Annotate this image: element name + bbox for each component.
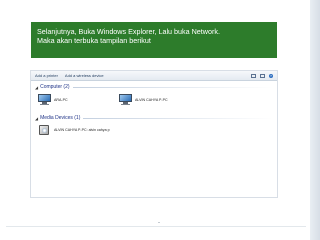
caption-line-2: Maka akan terbuka tampilan berikut — [37, 36, 151, 45]
explorer-toolbar: Add a printer Add a wireless device ? — [31, 71, 277, 81]
group-header-media-devices[interactable]: ◢ Media Devices (1) — [31, 112, 277, 121]
slide-footer-rule — [6, 226, 306, 227]
add-printer-button[interactable]: Add a printer — [35, 73, 58, 78]
preview-pane-icon[interactable] — [260, 73, 265, 78]
media-device-icon — [38, 124, 51, 136]
caption-line-1: Selanjutnya, Buka Windows Explorer, Lalu… — [37, 27, 220, 36]
caption-box: Selanjutnya, Buka Windows Explorer, Lalu… — [31, 22, 277, 58]
item-label: ALVIN CAHYA P-PC: alvin cahya p — [54, 128, 110, 132]
item-label: ARA-PC — [54, 97, 68, 102]
group-divider — [83, 117, 273, 119]
slide-page-mark — [158, 222, 160, 223]
add-wireless-device-button[interactable]: Add a wireless device — [65, 73, 104, 78]
network-item-ara-pc[interactable]: ARA-PC — [38, 94, 68, 105]
computer-items: ARA-PC ALVIN CAHYA P-PC — [31, 90, 277, 112]
network-explorer-window: Add a printer Add a wireless device ? ◢ … — [30, 70, 278, 198]
computer-icon — [38, 94, 51, 105]
computer-icon — [119, 94, 132, 105]
slide: Selanjutnya, Buka Windows Explorer, Lalu… — [0, 0, 320, 240]
collapse-arrow-icon[interactable]: ◢ — [35, 116, 38, 121]
group-header-computer[interactable]: ◢ Computer (2) — [31, 81, 277, 90]
collapse-arrow-icon[interactable]: ◢ — [35, 85, 38, 90]
media-device-items: ALVIN CAHYA P-PC: alvin cahya p — [31, 121, 277, 143]
media-device-item-alvin[interactable]: ALVIN CAHYA P-PC: alvin cahya p — [38, 124, 110, 136]
help-icon[interactable]: ? — [269, 73, 273, 78]
item-label: ALVIN CAHYA P-PC — [135, 97, 168, 102]
change-view-icon[interactable] — [251, 73, 256, 78]
slide-side-strip — [310, 0, 320, 240]
network-item-alvin-pc[interactable]: ALVIN CAHYA P-PC — [119, 94, 168, 105]
group-divider — [72, 86, 273, 88]
